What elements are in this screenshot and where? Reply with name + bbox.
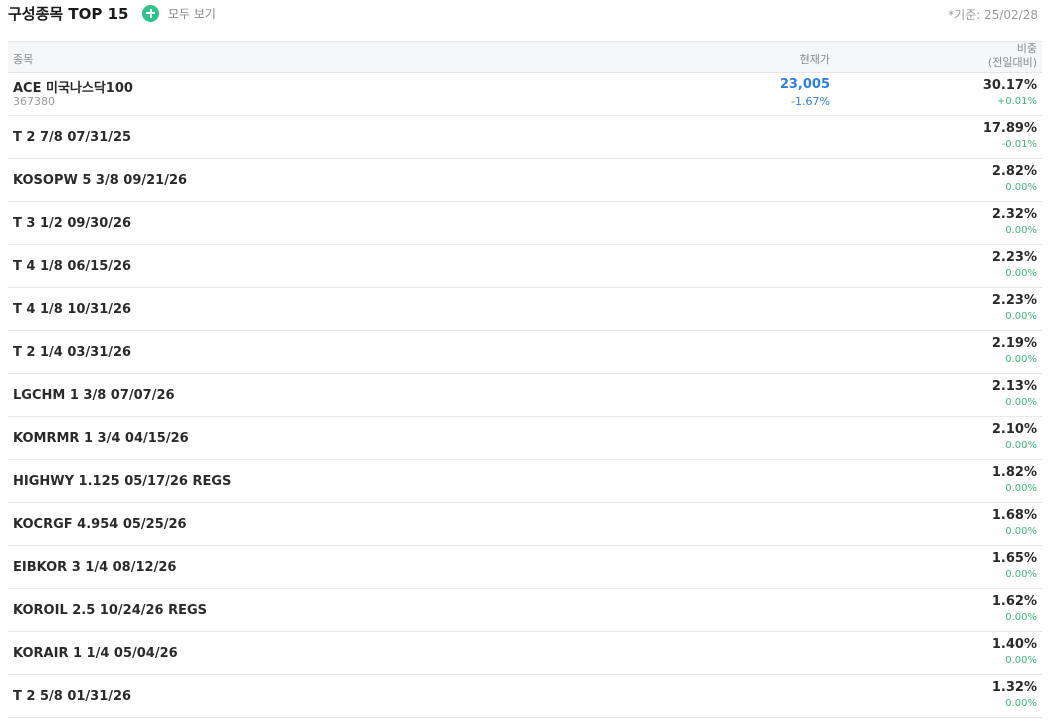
column-header-weight-sub: (전일대비) (987, 56, 1037, 69)
holding-weight-change: -0.01% (1001, 139, 1037, 150)
view-all-label[interactable]: 모두 보기 (168, 5, 216, 22)
table-row[interactable]: HIGHWY 1.125 05/17/26 REGS 1.82% 0.00% (8, 460, 1042, 503)
holding-name[interactable]: T 2 5/8 01/31/26 (13, 689, 131, 704)
holding-name[interactable]: EIBKOR 3 1/4 08/12/26 (13, 560, 176, 575)
holding-name[interactable]: KOCRGF 4.954 05/25/26 (13, 517, 187, 532)
table-row[interactable]: KOCRGF 4.954 05/25/26 1.68% 0.00% (8, 503, 1042, 546)
section-title: 구성종목 TOP 15 (8, 5, 129, 23)
holding-weight: 1.40% (991, 637, 1037, 652)
holding-weight-change: 0.00% (1005, 569, 1037, 580)
table-row[interactable]: KORAIR 1 1/4 05/04/26 1.40% 0.00% (8, 632, 1042, 675)
holding-price: 23,005 (779, 77, 830, 92)
table-row[interactable]: T 2 5/8 01/31/26 1.32% 0.00% (8, 675, 1042, 718)
holding-weight-change: 0.00% (1005, 698, 1037, 709)
holding-name[interactable]: ACE 미국나스닥100 (13, 77, 133, 96)
holding-name[interactable]: T 4 1/8 06/15/26 (13, 259, 131, 274)
table-row[interactable]: T 3 1/2 09/30/26 2.32% 0.00% (8, 202, 1042, 245)
table-row[interactable]: T 4 1/8 06/15/26 2.23% 0.00% (8, 245, 1042, 288)
table-row[interactable]: LGCHM 1 3/8 07/07/26 2.13% 0.00% (8, 374, 1042, 417)
plus-circle-icon[interactable] (142, 4, 159, 22)
holding-weight: 2.10% (991, 422, 1037, 437)
holding-name[interactable]: KOMRMR 1 3/4 04/15/26 (13, 431, 189, 446)
holding-weight: 2.32% (991, 207, 1037, 222)
holding-weight: 1.68% (991, 508, 1037, 523)
holding-weight-change: +0.01% (996, 96, 1037, 107)
view-all-button[interactable]: 모두 보기 (142, 4, 216, 22)
column-header-weight: 비중 (전일대비) (988, 42, 1037, 70)
holding-price-change: -1.67% (791, 95, 830, 108)
column-header-price: 현재가 (799, 53, 830, 66)
table-row[interactable]: EIBKOR 3 1/4 08/12/26 1.65% 0.00% (8, 546, 1042, 589)
holding-name[interactable]: LGCHM 1 3/8 07/07/26 (13, 388, 175, 403)
column-header-name: 종목 (13, 53, 34, 66)
holding-weight: 30.17% (982, 78, 1037, 93)
holding-weight: 1.62% (991, 594, 1037, 609)
holding-weight-change: 0.00% (1005, 526, 1037, 537)
table-row[interactable]: KOROIL 2.5 10/24/26 REGS 1.62% 0.00% (8, 589, 1042, 632)
holding-name[interactable]: T 2 7/8 07/31/25 (13, 130, 131, 145)
holding-weight: 1.65% (991, 551, 1037, 566)
holdings-header: 구성종목 TOP 15 모두 보기 *기준: 25/02/28 (8, 0, 1042, 26)
holding-weight: 2.23% (991, 250, 1037, 265)
holding-weight-change: 0.00% (1005, 483, 1037, 494)
holding-weight-change: 0.00% (1005, 182, 1037, 193)
column-header-weight-label: 비중 (1016, 42, 1037, 55)
holding-weight-change: 0.00% (1005, 225, 1037, 236)
table-header: 종목 현재가 비중 (전일대비) (8, 41, 1042, 73)
holding-weight-change: 0.00% (1005, 612, 1037, 623)
base-date: *기준: 25/02/28 (948, 8, 1038, 22)
holding-name[interactable]: T 2 1/4 03/31/26 (13, 345, 131, 360)
table-body: ACE 미국나스닥100 367380 23,005 -1.67% 30.17% +0.0… (8, 73, 1042, 718)
holding-name[interactable]: KOSOPW 5 3/8 09/21/26 (13, 173, 187, 188)
holding-weight-change: 0.00% (1005, 354, 1037, 365)
holding-weight-change: 0.00% (1005, 311, 1037, 322)
holding-weight: 17.89% (982, 121, 1037, 136)
holding-weight: 2.13% (991, 379, 1037, 394)
holding-name[interactable]: HIGHWY 1.125 05/17/26 REGS (13, 474, 231, 489)
holding-weight-change: 0.00% (1005, 268, 1037, 279)
table-row[interactable]: T 2 1/4 03/31/26 2.19% 0.00% (8, 331, 1042, 374)
table-row[interactable]: ACE 미국나스닥100 367380 23,005 -1.67% 30.17% +0.0… (8, 73, 1042, 116)
holding-name[interactable]: T 4 1/8 10/31/26 (13, 302, 131, 317)
holding-weight: 2.82% (991, 164, 1037, 179)
holding-weight: 1.82% (991, 465, 1037, 480)
holding-name[interactable]: KORAIR 1 1/4 05/04/26 (13, 646, 178, 661)
table-row[interactable]: KOMRMR 1 3/4 04/15/26 2.10% 0.00% (8, 417, 1042, 460)
table-row[interactable]: T 2 7/8 07/31/25 17.89% -0.01% (8, 116, 1042, 159)
holding-name[interactable]: T 3 1/2 09/30/26 (13, 216, 131, 231)
holding-weight-change: 0.00% (1005, 440, 1037, 451)
holding-weight: 1.32% (991, 680, 1037, 695)
holding-weight: 2.19% (991, 336, 1037, 351)
holding-name[interactable]: KOROIL 2.5 10/24/26 REGS (13, 603, 207, 618)
holding-weight: 2.23% (991, 293, 1037, 308)
holding-weight-change: 0.00% (1005, 655, 1037, 666)
holding-weight-change: 0.00% (1005, 397, 1037, 408)
holding-code: 367380 (13, 95, 55, 108)
table-row[interactable]: KOSOPW 5 3/8 09/21/26 2.82% 0.00% (8, 159, 1042, 202)
table-row[interactable]: T 4 1/8 10/31/26 2.23% 0.00% (8, 288, 1042, 331)
holdings-table: 종목 현재가 비중 (전일대비) ACE 미국나스닥100 367380 23,00… (8, 41, 1042, 718)
